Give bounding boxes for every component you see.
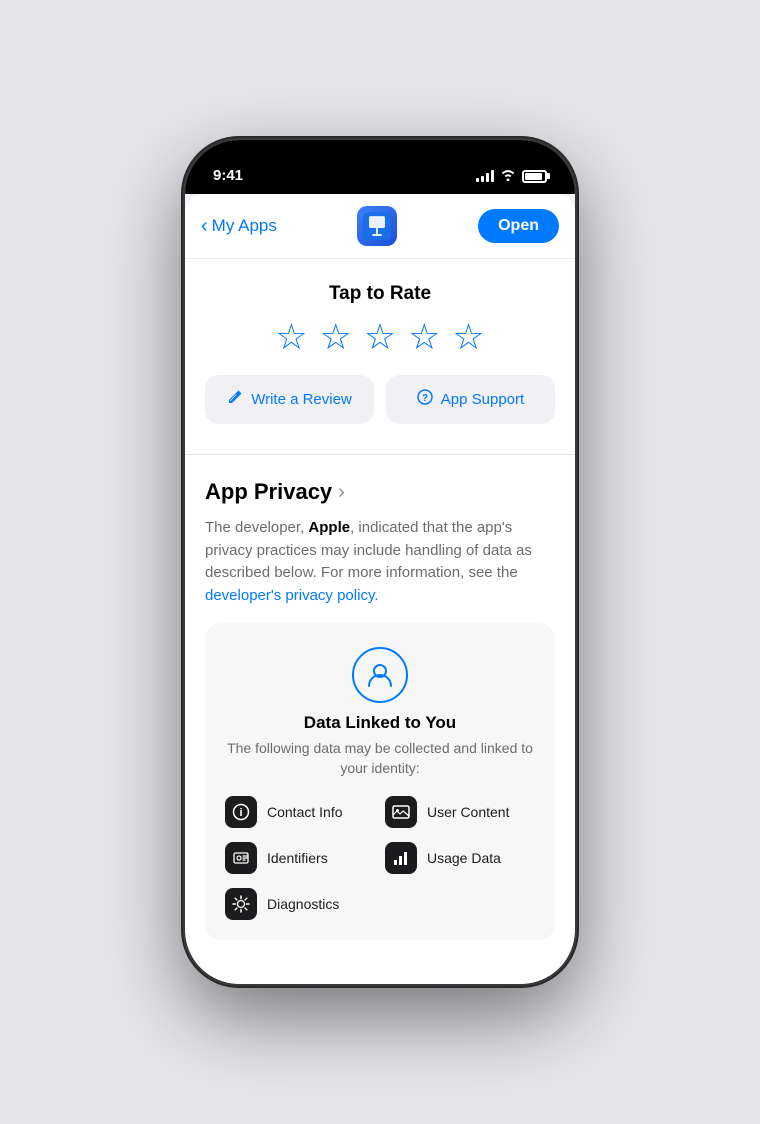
app-content[interactable]: ‹ My Apps Open Ta xyxy=(185,194,575,984)
usage-data-label: Usage Data xyxy=(427,850,501,866)
privacy-card: Data Linked to You The following data ma… xyxy=(205,623,555,940)
privacy-section-header[interactable]: App Privacy › xyxy=(205,479,555,505)
app-support-button[interactable]: ? App Support xyxy=(386,375,555,424)
dynamic-island xyxy=(320,152,440,186)
svg-text:?: ? xyxy=(422,393,428,404)
app-support-label: App Support xyxy=(441,391,524,408)
battery-icon xyxy=(522,170,547,183)
star-3[interactable]: ☆ xyxy=(364,319,396,355)
back-button[interactable]: ‹ My Apps xyxy=(201,216,277,236)
status-icons xyxy=(476,168,547,184)
star-2[interactable]: ☆ xyxy=(320,319,352,355)
privacy-card-title: Data Linked to You xyxy=(225,713,535,733)
contact-info-icon: i xyxy=(225,796,257,828)
tap-to-rate-title: Tap to Rate xyxy=(205,283,555,305)
main-content: Tap to Rate ☆ ☆ ☆ ☆ ☆ Wri xyxy=(185,259,575,964)
privacy-description: The developer, Apple, indicated that the… xyxy=(205,517,555,607)
write-review-label: Write a Review xyxy=(251,391,352,408)
star-1[interactable]: ☆ xyxy=(275,319,307,355)
status-bar: 9:41 xyxy=(185,140,575,194)
nav-bar: ‹ My Apps Open xyxy=(185,194,575,259)
phone-screen: 9:41 xyxy=(185,140,575,984)
svg-text:i: i xyxy=(239,807,242,819)
data-items-grid: i Contact Info xyxy=(225,796,535,920)
person-icon-container xyxy=(225,647,535,703)
star-4[interactable]: ☆ xyxy=(408,319,440,355)
action-buttons: Write a Review ? App Support xyxy=(205,375,555,424)
data-item-user-content: User Content xyxy=(385,796,535,828)
diagnostics-label: Diagnostics xyxy=(267,896,339,912)
contact-info-label: Contact Info xyxy=(267,804,343,820)
chevron-left-icon: ‹ xyxy=(201,216,208,236)
divider xyxy=(185,454,575,455)
privacy-policy-link[interactable]: developer's privacy policy. xyxy=(205,587,379,604)
data-item-diagnostics: Diagnostics xyxy=(225,888,375,920)
identifiers-icon xyxy=(225,842,257,874)
signal-icon xyxy=(476,170,494,182)
diagnostics-icon xyxy=(225,888,257,920)
back-label: My Apps xyxy=(212,216,277,236)
user-content-label: User Content xyxy=(427,804,509,820)
wifi-icon xyxy=(500,168,516,184)
data-item-usage-data: Usage Data xyxy=(385,842,535,874)
question-circle-icon: ? xyxy=(417,389,433,410)
write-review-button[interactable]: Write a Review xyxy=(205,375,374,424)
person-icon-circle xyxy=(352,647,408,703)
data-item-contact-info: i Contact Info xyxy=(225,796,375,828)
privacy-section-title: App Privacy xyxy=(205,479,332,505)
stars-row: ☆ ☆ ☆ ☆ ☆ xyxy=(205,319,555,355)
status-time: 9:41 xyxy=(213,167,243,184)
edit-icon xyxy=(227,389,243,410)
app-icon xyxy=(357,206,397,246)
usage-data-icon xyxy=(385,842,417,874)
phone-frame: 9:41 xyxy=(185,140,575,984)
identifiers-label: Identifiers xyxy=(267,850,328,866)
open-button[interactable]: Open xyxy=(478,209,559,243)
data-item-identifiers: Identifiers xyxy=(225,842,375,874)
privacy-card-subtitle: The following data may be collected and … xyxy=(225,739,535,778)
star-5[interactable]: ☆ xyxy=(452,319,484,355)
user-content-icon xyxy=(385,796,417,828)
privacy-chevron-icon: › xyxy=(338,481,345,504)
